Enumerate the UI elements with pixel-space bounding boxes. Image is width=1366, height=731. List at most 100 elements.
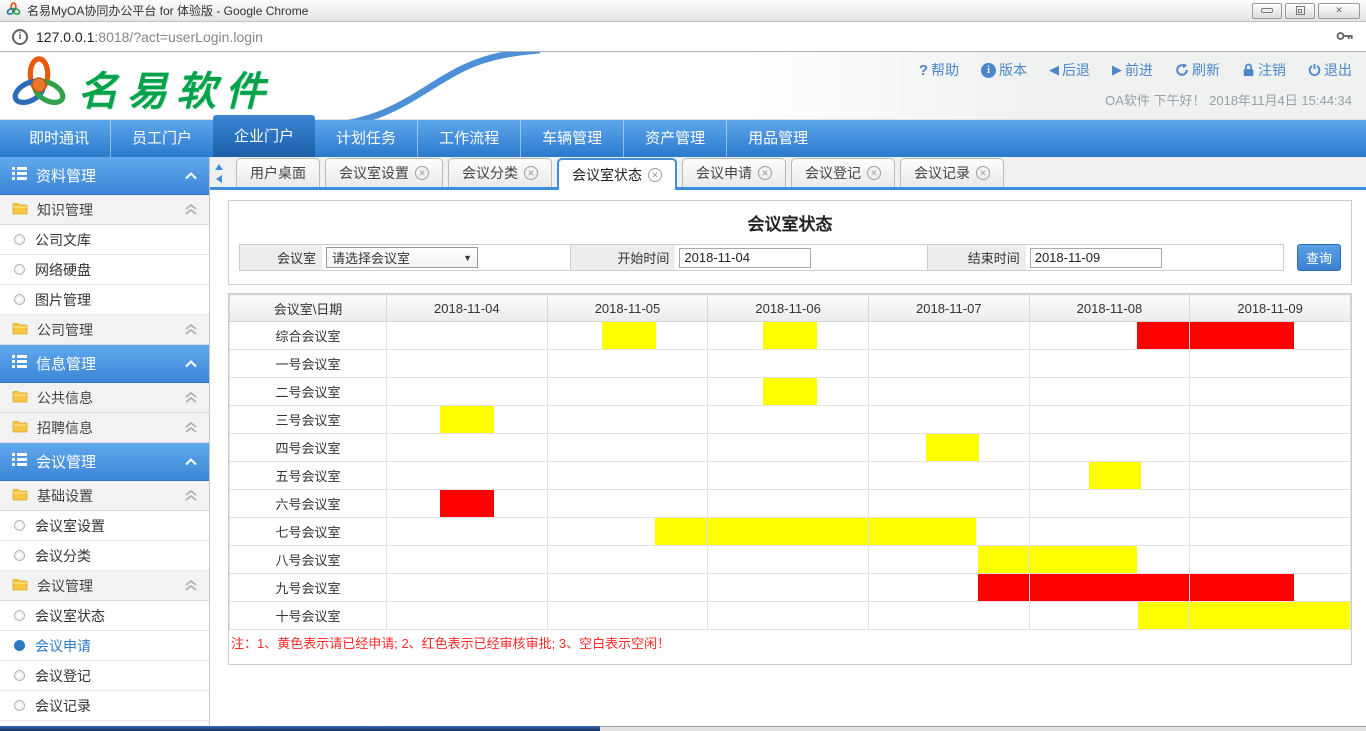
tab-close-icon[interactable]: ✕ <box>976 166 990 180</box>
toolbar-link-版本[interactable]: i版本 <box>981 60 1027 80</box>
sidebar-section-label: 信息管理 <box>36 353 96 374</box>
tab-scroll-up-icon[interactable] <box>215 164 223 170</box>
day-cell <box>387 462 548 490</box>
sidebar-folder-会议管理[interactable]: 会议管理 <box>0 571 209 601</box>
tab-会议室设置[interactable]: 会议室设置✕ <box>325 158 443 187</box>
tab-会议室状态[interactable]: 会议室状态✕ <box>557 158 677 190</box>
column-header: 2018-11-08 <box>1029 295 1190 322</box>
sidebar-folder-知识管理[interactable]: 知识管理 <box>0 195 209 225</box>
nav-item-资产管理[interactable]: 资产管理 <box>623 120 726 157</box>
help-icon: ? <box>919 62 928 79</box>
table-row: 五号会议室 <box>230 462 1351 490</box>
browser-window: 名易MyOA协同办公平台 for 体验版 - Google Chrome ✕ i… <box>0 0 1366 731</box>
tab-会议登记[interactable]: 会议登记✕ <box>791 158 895 187</box>
room-name-cell: 三号会议室 <box>230 406 387 434</box>
close-button[interactable]: ✕ <box>1318 3 1360 19</box>
sidebar-item-公司文库[interactable]: 公司文库 <box>0 225 209 255</box>
day-cell <box>868 546 1029 574</box>
nav-item-企业门户[interactable]: 企业门户 <box>213 115 315 157</box>
filter-label: 会议室 <box>240 245 322 270</box>
sidebar-item-会议室设置[interactable]: 会议室设置 <box>0 511 209 541</box>
start-date-input[interactable] <box>679 248 811 268</box>
sidebar-item-label: 会议记录 <box>35 696 91 716</box>
end-date-input[interactable] <box>1030 248 1162 268</box>
sidebar-folder-招聘信息[interactable]: 招聘信息 <box>0 413 209 443</box>
sidebar-folder-公共信息[interactable]: 公共信息 <box>0 383 209 413</box>
sidebar-item-会议记录[interactable]: 会议记录 <box>0 691 209 721</box>
sidebar-item-会议申请[interactable]: 会议申请 <box>0 631 209 661</box>
search-button[interactable]: 查询 <box>1297 244 1341 271</box>
room-name-cell: 九号会议室 <box>230 574 387 602</box>
page-info-icon[interactable]: i <box>12 29 28 45</box>
folder-icon <box>12 578 28 594</box>
sidebar-item-会议登记[interactable]: 会议登记 <box>0 661 209 691</box>
sidebar-item-会议室状态[interactable]: 会议室状态 <box>0 601 209 631</box>
maximize-button[interactable] <box>1285 3 1315 19</box>
nav-item-员工门户[interactable]: 员工门户 <box>110 120 213 157</box>
day-cell <box>387 574 548 602</box>
day-cell <box>387 406 548 434</box>
day-cell <box>1029 322 1190 350</box>
tab-close-icon[interactable]: ✕ <box>648 168 662 182</box>
tab-用户桌面[interactable]: 用户桌面 <box>236 158 320 187</box>
sidebar-item-图片管理[interactable]: 图片管理 <box>0 285 209 315</box>
sidebar-folder-公司管理[interactable]: 公司管理 <box>0 315 209 345</box>
minimize-button[interactable] <box>1252 3 1282 19</box>
table-row: 十号会议室 <box>230 602 1351 630</box>
sidebar-folder-基础设置[interactable]: 基础设置 <box>0 481 209 511</box>
day-cell <box>1029 462 1190 490</box>
key-icon[interactable] <box>1336 29 1354 45</box>
day-cell <box>1190 462 1351 490</box>
day-cell <box>547 434 708 462</box>
nav-item-即时通讯[interactable]: 即时通讯 <box>8 120 110 157</box>
toolbar-link-退出[interactable]: 退出 <box>1308 60 1352 80</box>
tab-close-icon[interactable]: ✕ <box>415 166 429 180</box>
tab-会议申请[interactable]: 会议申请✕ <box>682 158 786 187</box>
status-block-approved <box>1190 574 1294 601</box>
folder-icon <box>12 488 28 504</box>
day-cell <box>1029 602 1190 630</box>
toolbar-link-后退[interactable]: ◀后退 <box>1049 60 1090 80</box>
sidebar-section-信息管理[interactable]: 信息管理 <box>0 345 209 383</box>
nav-item-工作流程[interactable]: 工作流程 <box>417 120 520 157</box>
sidebar-section-资料管理[interactable]: 资料管理 <box>0 157 209 195</box>
room-name-cell: 二号会议室 <box>230 378 387 406</box>
meeting-room-select[interactable]: 请选择会议室▼ <box>326 247 478 268</box>
sidebar-folder-label: 招聘信息 <box>37 418 93 438</box>
day-cell <box>868 350 1029 378</box>
day-cell <box>1190 518 1351 546</box>
day-cell <box>868 574 1029 602</box>
status-block-applied <box>1089 462 1142 489</box>
nav-item-车辆管理[interactable]: 车辆管理 <box>520 120 623 157</box>
tab-close-icon[interactable]: ✕ <box>758 166 772 180</box>
tab-scroll-left-icon[interactable] <box>216 175 222 183</box>
sidebar-item-会议分类[interactable]: 会议分类 <box>0 541 209 571</box>
toolbar-link-注销[interactable]: 注销 <box>1242 60 1286 80</box>
sidebar-item-label: 会议登记 <box>35 666 91 686</box>
sidebar-section-会议管理[interactable]: 会议管理 <box>0 443 209 481</box>
address-bar[interactable]: i 127.0.0.1:8018/?act=userLogin.login <box>0 22 1366 52</box>
table-row: 四号会议室 <box>230 434 1351 462</box>
table-row: 七号会议室 <box>230 518 1351 546</box>
status-block-applied <box>708 518 868 545</box>
tab-label: 用户桌面 <box>250 163 306 183</box>
toolbar-link-刷新[interactable]: 刷新 <box>1175 60 1220 80</box>
nav-item-用品管理[interactable]: 用品管理 <box>726 120 829 157</box>
toolbar-link-label: 后退 <box>1062 60 1090 80</box>
chevron-up-icon <box>185 167 197 184</box>
nav-item-计划任务[interactable]: 计划任务 <box>315 120 417 157</box>
tab-close-icon[interactable]: ✕ <box>867 166 881 180</box>
tab-会议记录[interactable]: 会议记录✕ <box>900 158 1004 187</box>
app-header: 名易软件 ?帮助i版本◀后退▶前进刷新注销退出 OA软件 下午好！ 2018年1… <box>0 52 1366 120</box>
sidebar-item-网络硬盘[interactable]: 网络硬盘 <box>0 255 209 285</box>
day-cell <box>708 322 869 350</box>
sidebar-item-label: 会议室状态 <box>35 606 105 626</box>
radio-icon <box>14 610 25 621</box>
room-name-cell: 六号会议室 <box>230 490 387 518</box>
tab-会议分类[interactable]: 会议分类✕ <box>448 158 552 187</box>
url-text[interactable]: 127.0.0.1:8018/?act=userLogin.login <box>36 29 263 45</box>
tab-close-icon[interactable]: ✕ <box>524 166 538 180</box>
page-title: 会议室状态 <box>239 207 1341 244</box>
toolbar-link-前进[interactable]: ▶前进 <box>1112 60 1153 80</box>
toolbar-link-帮助[interactable]: ?帮助 <box>919 60 959 80</box>
